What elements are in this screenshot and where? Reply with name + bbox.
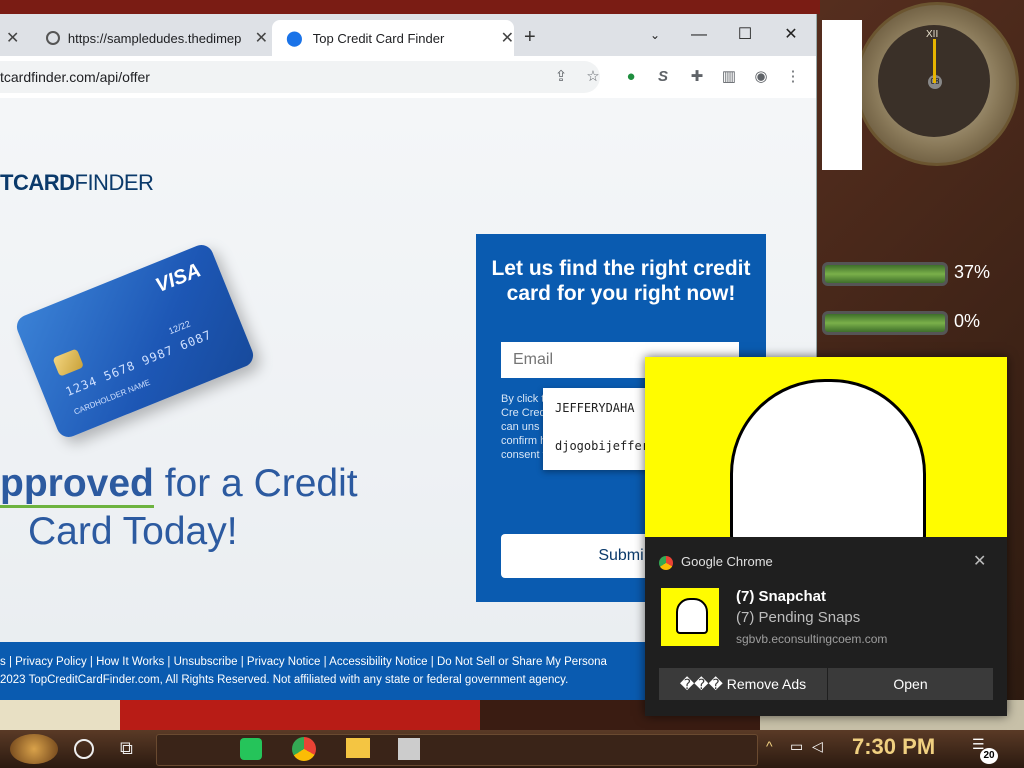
card-chip-icon [52,348,85,377]
visa-logo: VISA [152,259,205,298]
taskbar: ⧉ ^ ▭ ◁ 7:30 PM ☰ 20 [0,730,1024,768]
close-tab-icon[interactable]: ✕ [255,28,268,48]
steampunk-clock-gadget[interactable]: XII 08 [855,2,1019,166]
notification-close-button[interactable]: ✕ [973,551,986,571]
tab-partial[interactable]: ✕ [0,20,20,56]
share-icon[interactable]: ⇪ [550,66,572,88]
notes-app-icon[interactable] [240,738,262,760]
address-bar[interactable]: tcardfinder.com/api/offer [0,61,600,93]
notification-body: (7) Pending Snaps [736,609,861,626]
hero-headline: pproved for a Credit Card Today! [0,460,358,556]
taskbar-clock[interactable]: 7:30 PM [852,734,935,760]
network-icon[interactable]: ▭ [790,738,803,755]
menu-kebab-icon[interactable]: ⋮ [782,66,804,88]
notification-count-badge: 20 [980,748,998,764]
tab-top-credit-card-finder[interactable]: ⬤ Top Credit Card Finder ✕ [272,20,514,56]
cpu-gauge-value: 37% [954,262,991,282]
side-panel-icon[interactable]: ▥ [718,66,740,88]
close-window-button[interactable]: ✕ [768,20,814,50]
notification-image [645,357,1007,537]
new-tab-button[interactable]: + [524,26,536,49]
tab-bar: ✕ https://sampledudes.thedimep ✕ ⬤ Top C… [0,14,816,56]
start-button[interactable] [10,734,58,764]
close-tab-icon[interactable]: ✕ [6,28,19,48]
snapchat-icon [661,588,719,646]
footer-links[interactable]: s | Privacy Policy | How It Works | Unsu… [0,656,607,668]
snapchat-ghost-icon [730,379,926,537]
cpu-gauge-bar [822,262,948,286]
toolbar: tcardfinder.com/api/offer ⇪ ☆ ● S ✚ ▥ ◉ … [0,56,816,96]
app-window-icon[interactable] [398,738,420,760]
volume-muted-icon[interactable]: ◁ [812,738,823,755]
headline-bold: pproved [0,462,154,508]
headline-line2: Card Today! [28,510,238,553]
close-tab-icon[interactable]: ✕ [501,28,514,48]
memory-gauge-bar [822,311,948,335]
tab-search-icon[interactable]: ⌄ [632,20,678,50]
chrome-taskbar-icon[interactable] [292,737,316,761]
form-title: Let us find the right credit card for yo… [491,257,751,305]
notification-app: Google Chrome [659,554,773,570]
clock-face: XII 08 [878,25,990,137]
maximize-button[interactable]: ☐ [722,20,768,50]
globe-icon [46,31,60,45]
autofill-option[interactable]: JEFFERYDAHA [543,388,653,426]
notification-source: sgbvb.econsultingcoem.com [736,632,888,646]
footer-copyright: 2023 TopCreditCardFinder.com, All Rights… [0,674,569,686]
wallpaper-poster [822,20,862,170]
bookmark-star-icon[interactable]: ☆ [582,66,604,88]
logo-light-text: FINDER [74,170,154,195]
s-extension-icon[interactable]: S [652,66,674,88]
location-pin-icon: ⬤ [286,30,303,47]
card-expiry: 12/22 [167,318,192,337]
file-explorer-icon[interactable] [346,738,370,758]
search-icon[interactable] [74,739,94,759]
logo-bold-text: TCARD [0,170,75,195]
notification-app-name: Google Chrome [681,554,773,569]
clock-hand [933,39,936,83]
autofill-option[interactable]: djogobijeffery [543,426,653,464]
tab-title: Top Credit Card Finder [312,30,445,46]
autofill-dropdown: JEFFERYDAHA djogobijeffery [543,388,653,470]
extensions-puzzle-icon[interactable]: ✚ [686,66,708,88]
chevron-up-icon[interactable]: ^ [766,738,773,754]
memory-gauge-value: 0% [954,311,981,331]
notification-title: (7) Snapchat [736,588,827,605]
tab-sampledudes[interactable]: https://sampledudes.thedimep ✕ [40,20,268,56]
remove-ads-button[interactable]: ��� Remove Ads [659,668,827,700]
url-text: tcardfinder.com/api/offer [0,69,150,85]
grammarly-extension-icon[interactable]: ● [620,66,642,88]
open-button[interactable]: Open [828,668,993,700]
minimize-button[interactable]: — [676,20,722,50]
wallpaper-band [0,0,820,14]
tab-title: https://sampledudes.thedimep [67,30,242,46]
chrome-notification[interactable]: Google Chrome ✕ (7) Snapchat (7) Pending… [645,357,1007,716]
task-view-icon[interactable]: ⧉ [120,738,133,759]
ghost-shape [676,598,708,634]
chrome-icon [659,555,673,570]
headline-rest: for a Credit [153,462,358,505]
profile-avatar-icon[interactable]: ◉ [750,66,772,88]
site-logo[interactable]: TCARDFINDER [0,170,154,196]
